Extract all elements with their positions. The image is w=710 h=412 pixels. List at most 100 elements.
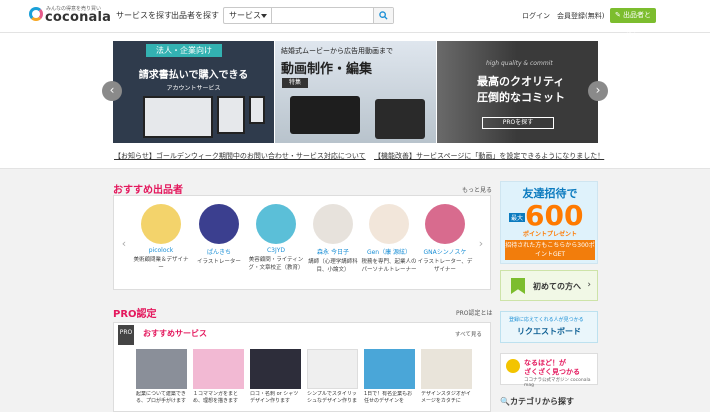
seller-name: picolock xyxy=(148,247,174,254)
carousel-next-button[interactable]: › xyxy=(588,81,608,101)
service-caption[interactable]: 起業について建築できる、プロが手がけます xyxy=(136,391,187,405)
site-header: みんなの得意を売り買い coconala サービスを探す 出品者を探す サービス… xyxy=(0,0,710,34)
seller-description: 美容顧問・ライティング・文章校正（教育） xyxy=(248,257,304,271)
seller-description: イラストレーター、デザイナー xyxy=(417,259,473,273)
search-category-select[interactable]: サービス xyxy=(224,8,272,23)
sellers-prev-button[interactable]: ‹ xyxy=(118,233,130,255)
sellers-panel: ‹ › picolock 美術顧問業＆デザイナー ぱんきち イラストレーター C… xyxy=(113,195,491,290)
search-bar: サービス xyxy=(223,7,394,24)
banner-headline: 最高のクオリティ xyxy=(477,75,565,88)
category-heading: 🔍カテゴリから探す xyxy=(500,396,574,407)
pro-badge-icon: PRO xyxy=(118,325,134,345)
seller-info-button[interactable]: ✎ 出品者とは？ xyxy=(610,8,656,34)
coconala-logo-icon xyxy=(29,7,43,21)
banner-video[interactable]: 結婚式ムービーから広告用動画まで 動画制作・編集 特集 xyxy=(275,41,436,143)
seller-card[interactable]: 森永 今日子 講師（心理学講師科目、小論文） xyxy=(304,204,362,274)
seller-description: 講師（心理学講師科目、小論文） xyxy=(308,259,358,273)
banner-tag: 特集 xyxy=(282,78,308,88)
avatar xyxy=(425,204,465,244)
signup-link[interactable]: 会員登録(無料) xyxy=(557,11,604,21)
first-time-guide[interactable]: 初めての方へ › xyxy=(500,270,598,301)
laptop-illustration xyxy=(143,96,213,138)
request-board-banner[interactable]: 登録に応えてくれる人が見つかる リクエストボード xyxy=(500,311,598,343)
service-caption[interactable]: ロゴ・名刺 or シャツデザイン作ります xyxy=(250,391,301,405)
seller-name: 森永 今日子 xyxy=(317,249,349,256)
service-thumbnail[interactable] xyxy=(193,349,244,389)
subsection-title: おすすめサービス xyxy=(143,329,207,338)
invite-point-label: ポイントプレゼント xyxy=(522,231,577,238)
first-time-label: 初めての方へ xyxy=(533,282,581,291)
nav-find-services[interactable]: サービスを探す xyxy=(116,10,172,21)
coconala-mag-banner[interactable]: なるほど！が ざくざく見つかる ココナラ公式マガジン coconala mag xyxy=(500,353,598,388)
find-pro-button[interactable]: PROを探す xyxy=(482,117,554,129)
search-category-label: サービス xyxy=(229,11,261,20)
avatar xyxy=(141,204,181,244)
carousel-prev-button[interactable]: ‹ xyxy=(102,81,122,101)
service-thumbnail[interactable] xyxy=(250,349,301,389)
seller-card[interactable]: GNAシンノスケ イラストレーター、デザイナー xyxy=(416,204,474,274)
beginner-icon xyxy=(511,278,525,294)
request-caption: 登録に応えてくれる人が見つかる xyxy=(509,317,584,323)
banner-badge: 法人・企業向け xyxy=(146,44,222,57)
seller-card[interactable]: picolock 美術顧問業＆デザイナー xyxy=(132,204,190,272)
chevron-right-icon: › xyxy=(595,83,601,97)
banner-invoice[interactable]: 法人・企業向け 請求書払いで購入できる アカウントサービス xyxy=(113,41,274,143)
invite-cta: 招待された方もこちらから300ポイントGET xyxy=(505,240,595,260)
seller-info-label: 出品者とは？ xyxy=(623,11,652,34)
banner-pro[interactable]: high quality & commit 最高のクオリティ 圧倒的なコミット … xyxy=(437,41,598,143)
notice-bar: 【お知らせ】ゴールデンウィーク期間中のお問い合わせ・サービス対応について 【機能… xyxy=(0,145,710,169)
avatar xyxy=(256,204,296,244)
service-caption[interactable]: デザインスタジオがイメージをカタチに xyxy=(421,391,472,405)
logo-wordmark: coconala xyxy=(45,10,112,25)
phone-illustration xyxy=(249,96,265,124)
seller-name: GNAシンノスケ xyxy=(423,249,467,256)
seller-card[interactable]: ぱんきち イラストレーター xyxy=(190,204,248,266)
service-thumbnail[interactable] xyxy=(364,349,415,389)
sellers-next-button[interactable]: › xyxy=(475,233,487,255)
invite-banner[interactable]: 友達招待で 最大 600 ポイントプレゼント 招待された方もこちらから300ポイ… xyxy=(500,181,598,264)
section-title: PRO認定 xyxy=(113,309,157,320)
more-link[interactable]: もっと見る xyxy=(462,185,492,194)
see-all-link[interactable]: すべて見る xyxy=(455,330,482,338)
seller-card[interactable]: Gen（康 源絃） 税務を専門、起業人のパーソナルトレーナー xyxy=(360,204,418,274)
search-button[interactable] xyxy=(373,8,393,23)
seller-name: Gen（康 源絃） xyxy=(366,249,412,256)
service-caption[interactable]: 1日で！有名企業もお任せのデザインを xyxy=(364,391,415,405)
seller-name: C3JYD xyxy=(266,247,286,254)
notice-link[interactable]: 【お知らせ】ゴールデンウィーク期間中のお問い合わせ・サービス対応について xyxy=(114,151,366,161)
avatar xyxy=(199,204,239,244)
tablet-illustration xyxy=(217,96,245,134)
pencil-icon: ✎ xyxy=(614,11,624,19)
pro-about-link[interactable]: PRO認定とは xyxy=(456,308,493,317)
chevron-right-icon: › xyxy=(587,280,591,290)
service-caption[interactable]: シンプルでスタイリッシュなデザイン作ります xyxy=(307,391,358,405)
service-caption[interactable]: １コママンガをまとめ、理想を描きます xyxy=(193,391,244,405)
lightbulb-icon xyxy=(506,359,520,373)
banner-subtitle: アカウントサービス xyxy=(166,85,221,92)
request-label: リクエストボード xyxy=(517,327,581,336)
camera-illustration xyxy=(290,96,360,134)
avatar xyxy=(313,204,353,244)
seller-name: ぱんきち xyxy=(206,249,231,256)
pro-services-panel: PRO おすすめサービス すべて見る 起業について建築できる、プロが手がけます … xyxy=(113,322,491,412)
banner-headline: 圧倒的なコミット xyxy=(477,91,565,104)
mag-line: ざくざく見つかる xyxy=(524,368,580,376)
avatar xyxy=(369,204,409,244)
service-thumbnail[interactable] xyxy=(307,349,358,389)
seller-card[interactable]: C3JYD 美容顧問・ライティング・文章校正（教育） xyxy=(247,204,305,272)
invite-points: 600 xyxy=(525,199,584,232)
invite-max-label: 最大 xyxy=(509,213,526,222)
nav-find-sellers[interactable]: 出品者を探す xyxy=(171,10,219,21)
service-thumbnail[interactable] xyxy=(421,349,472,389)
banner-headline: 請求書払いで購入できる xyxy=(138,70,249,81)
search-icon xyxy=(379,11,388,20)
chevron-down-icon xyxy=(261,14,267,18)
banner-headline: 動画制作・編集 xyxy=(281,62,373,77)
service-thumbnail[interactable] xyxy=(136,349,187,389)
notice-link[interactable]: 【機能改善】サービスページに「動画」を設定できるようになりました！ xyxy=(374,151,604,161)
banner-line: 結婚式ムービーから広告用動画まで xyxy=(281,47,393,55)
seller-description: 税務を専門、起業人のパーソナルトレーナー xyxy=(361,259,417,273)
seller-description: 美術顧問業＆デザイナー xyxy=(133,257,189,271)
login-link[interactable]: ログイン xyxy=(522,11,550,21)
search-input[interactable] xyxy=(272,8,373,23)
